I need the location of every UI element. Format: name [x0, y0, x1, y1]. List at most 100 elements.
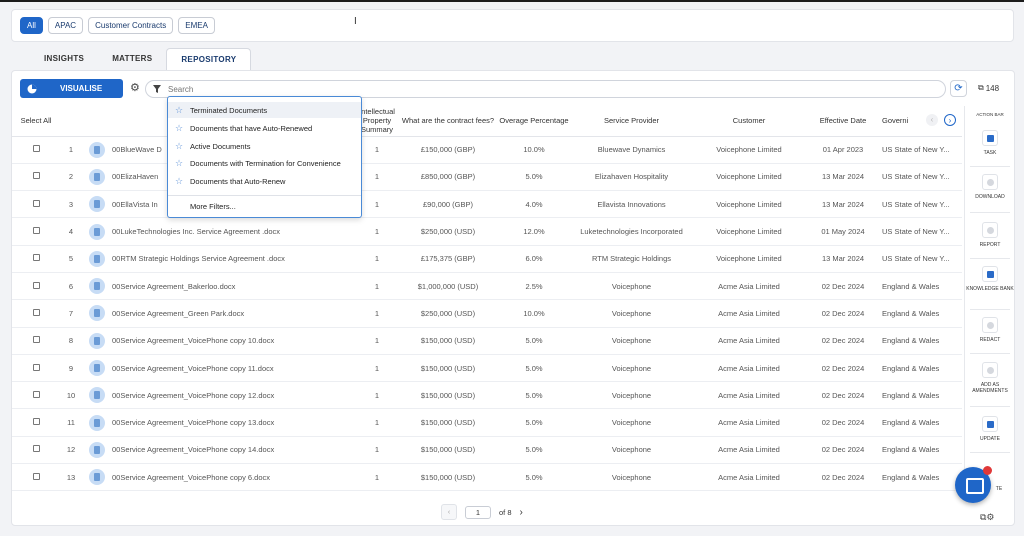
document-name[interactable]: 00Service Agreement_VoicePhone copy 12.d…: [112, 381, 357, 410]
file-icon-cell: [82, 354, 112, 383]
column-header-contract-fees[interactable]: What are the contract fees?: [397, 106, 499, 137]
customer: Acme Asia Limited: [694, 299, 804, 328]
table-row[interactable]: 9 00Service Agreement_VoicePhone copy 11.…: [12, 354, 962, 383]
column-header-service-provider[interactable]: Service Provider: [569, 106, 694, 137]
checkbox[interactable]: [32, 336, 40, 344]
ip-summary: 1: [357, 436, 397, 465]
gear-icon[interactable]: ⚙: [130, 83, 141, 94]
prev-page-button[interactable]: ‹: [441, 504, 457, 520]
action-download[interactable]: DOWNLOAD: [965, 174, 1015, 200]
report-icon: [982, 222, 998, 238]
table-row[interactable]: 13 00Service Agreement_VoicePhone copy 6.…: [12, 463, 962, 492]
scroll-left-icon[interactable]: ‹: [926, 114, 938, 126]
ip-summary: 1: [357, 272, 397, 301]
table-row[interactable]: 2 00ElizaHaven 1 £850,000 (GBP) 5.0% Elizahav…: [12, 163, 962, 192]
more-filters-link[interactable]: More Filters...: [190, 202, 236, 211]
action-redact[interactable]: REDACT: [965, 317, 1015, 343]
overage-percentage: 6.0%: [499, 245, 569, 273]
checkbox[interactable]: [32, 390, 40, 398]
page-number-input[interactable]: 1: [465, 505, 491, 519]
search-input[interactable]: [168, 83, 668, 95]
scroll-right-icon[interactable]: ›: [944, 114, 956, 126]
dropdown-item[interactable]: ☆ Documents that Auto-Renew: [168, 173, 361, 189]
filter-chip-apac[interactable]: APAC: [47, 17, 84, 34]
bottom-settings-icons[interactable]: ⧉⚙: [980, 512, 995, 523]
document-name[interactable]: 00Service Agreement_VoicePhone copy 10.d…: [112, 327, 357, 355]
action-add-amendments[interactable]: ADD AS AMENDMENTS: [965, 362, 1015, 394]
filter-chip-emea[interactable]: EMEA: [178, 17, 215, 34]
filter-chip-customer-contracts[interactable]: Customer Contracts: [88, 17, 174, 34]
table-row[interactable]: 3 00EllaVista In 1 £90,000 (GBP) 4.0% Ellavis…: [12, 190, 962, 219]
tab-repository[interactable]: REPOSITORY: [166, 48, 252, 70]
column-header-ip-summary[interactable]: Intellectual Property Summary: [357, 106, 397, 137]
checkbox[interactable]: [32, 445, 40, 453]
document-icon: [89, 332, 105, 349]
customer: Acme Asia Limited: [694, 436, 804, 465]
action-report[interactable]: REPORT: [965, 222, 1015, 248]
table-row[interactable]: 10 00Service Agreement_VoicePhone copy 12…: [12, 381, 962, 410]
table-row[interactable]: 11 00Service Agreement_VoicePhone copy 13…: [12, 408, 962, 437]
table-row[interactable]: 12 00Service Agreement_VoicePhone copy 14…: [12, 436, 962, 465]
checkbox[interactable]: [32, 254, 40, 262]
document-name[interactable]: 00Service Agreement_VoicePhone copy 14.d…: [112, 436, 357, 465]
table-row[interactable]: 6 00Service Agreement_Bakerloo.docx 1 $1,00…: [12, 272, 962, 301]
document-icon: [89, 414, 105, 431]
row-checkbox: [12, 217, 60, 246]
checkbox[interactable]: [32, 472, 40, 480]
document-name[interactable]: 00Service Agreement_VoicePhone copy 13.d…: [112, 408, 357, 437]
checkbox[interactable]: [32, 199, 40, 207]
effective-date: 13 Mar 2024: [804, 245, 882, 273]
checkbox[interactable]: [32, 227, 40, 235]
governing-law: US State of New Y...: [882, 217, 962, 246]
refresh-icon[interactable]: ⟳: [950, 80, 967, 97]
document-name[interactable]: 00Service Agreement_Bakerloo.docx: [112, 272, 357, 301]
document-name[interactable]: 00RTM Strategic Holdings Service Agreeme…: [112, 245, 357, 273]
row-checkbox: [12, 354, 60, 383]
dropdown-item[interactable]: ☆ Active Documents: [168, 138, 361, 154]
effective-date: 13 Mar 2024: [804, 163, 882, 192]
checkbox[interactable]: [32, 308, 40, 316]
document-name[interactable]: 00Service Agreement_VoicePhone copy 6.do…: [112, 463, 357, 492]
checkbox[interactable]: [32, 363, 40, 371]
file-icon-cell: [82, 190, 112, 219]
dropdown-item[interactable]: ☆ Terminated Documents: [168, 102, 361, 118]
column-header-customer[interactable]: Customer: [694, 106, 804, 137]
row-number: 8: [60, 327, 82, 355]
table-row[interactable]: 8 00Service Agreement_VoicePhone copy 10.…: [12, 327, 962, 355]
action-knowledge-bank[interactable]: KNOWLEDGE BANK: [965, 266, 1015, 292]
governing-law: England & Wales: [882, 408, 962, 437]
next-page-button[interactable]: ›: [520, 507, 523, 518]
checkbox[interactable]: [32, 418, 40, 426]
dropdown-item[interactable]: ☆ Documents with Termination for Convenie…: [168, 155, 361, 171]
select-all-header[interactable]: Select All: [12, 106, 60, 137]
governing-law: US State of New Y...: [882, 163, 962, 192]
checkbox[interactable]: [32, 145, 40, 153]
filter-chip-all[interactable]: All: [20, 17, 43, 34]
document-name[interactable]: 00LukeTechnologies Inc. Service Agreemen…: [112, 217, 357, 246]
table-row[interactable]: 7 00Service Agreement_Green Park.docx 1 $25…: [12, 299, 962, 328]
document-name[interactable]: 00Service Agreement_VoicePhone copy 11.d…: [112, 354, 357, 383]
visualise-button[interactable]: VISUALISE: [20, 79, 123, 98]
column-header-effective-date[interactable]: Effective Date: [804, 106, 882, 137]
checkbox[interactable]: [32, 172, 40, 180]
row-checkbox: [12, 381, 60, 410]
table-row[interactable]: 5 00RTM Strategic Holdings Service Agreem…: [12, 245, 962, 273]
table-row[interactable]: 1 00BlueWave D 1 £150,000 (GBP) 10.0% Bluewav…: [12, 136, 962, 164]
row-number: 2: [60, 163, 82, 192]
count-value: 148: [985, 83, 1000, 93]
row-number: 12: [60, 436, 82, 465]
filter-icon[interactable]: [153, 85, 161, 93]
dropdown-item[interactable]: ☆ Documents that have Auto-Renewed: [168, 120, 361, 136]
document-name[interactable]: 00Service Agreement_Green Park.docx: [112, 299, 357, 328]
action-update[interactable]: UPDATE: [965, 416, 1015, 442]
tab-insights[interactable]: INSIGHTS: [30, 48, 98, 70]
table-row[interactable]: 4 00LukeTechnologies Inc. Service Agreeme…: [12, 217, 962, 246]
tab-matters[interactable]: MATTERS: [98, 48, 166, 70]
checkbox[interactable]: [32, 281, 40, 289]
document-icon: [89, 278, 105, 295]
overage-percentage: 4.0%: [499, 190, 569, 219]
column-header-overage[interactable]: Overage Percentage: [499, 106, 569, 137]
governing-law: England & Wales: [882, 327, 962, 355]
action-task[interactable]: TASK: [965, 130, 1015, 156]
effective-date: 02 Dec 2024: [804, 381, 882, 410]
